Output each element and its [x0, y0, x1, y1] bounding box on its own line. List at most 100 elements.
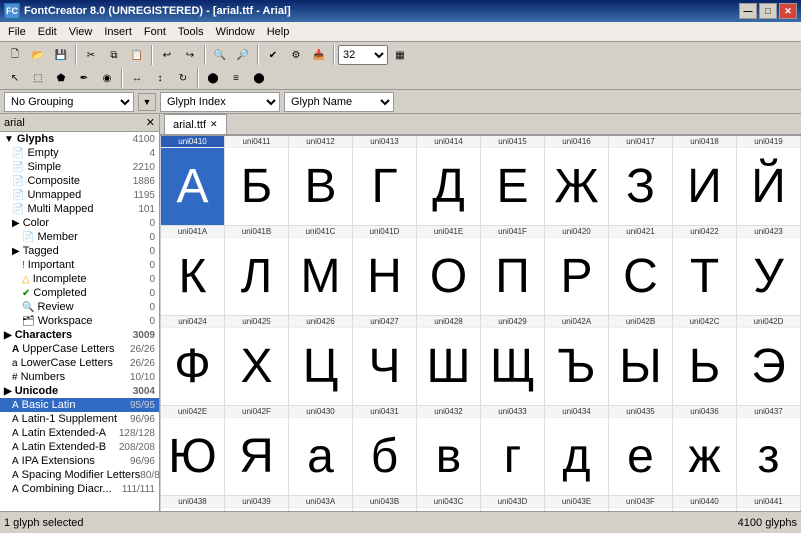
- sidebar-item-latin-ext-b[interactable]: A Latin Extended-B 208/208: [0, 440, 159, 454]
- sidebar-item-characters[interactable]: ▶ Characters 3009: [0, 328, 159, 342]
- glyph-cell[interactable]: uni0411Б: [225, 136, 289, 226]
- glyph-cell[interactable]: uni0426Ц: [289, 316, 353, 406]
- glyph-cell[interactable]: uni0432в: [417, 406, 481, 496]
- sidebar-item-spacing-modifier[interactable]: A Spacing Modifier Letters 80/80: [0, 468, 159, 482]
- glyph-cell[interactable]: uni0412В: [289, 136, 353, 226]
- glyph-cell[interactable]: uni0425Х: [225, 316, 289, 406]
- menu-file[interactable]: File: [2, 24, 32, 40]
- glyph-cell[interactable]: uni0418И: [673, 136, 737, 226]
- sidebar-item-completed[interactable]: ✔ Completed 0: [0, 286, 159, 300]
- undo-button[interactable]: ↩: [156, 44, 178, 66]
- sidebar-item-unmapped[interactable]: 📄 Unmapped 1195: [0, 188, 159, 202]
- glyph-cell[interactable]: uni042BЫ: [609, 316, 673, 406]
- close-button[interactable]: ✕: [779, 3, 797, 19]
- glyph-name-select[interactable]: Glyph Name Unicode Name: [284, 92, 394, 112]
- glyph-cell[interactable]: uni0440р: [673, 496, 737, 511]
- sidebar-item-simple[interactable]: 📄 Simple 2210: [0, 160, 159, 174]
- validate-button[interactable]: ✔: [262, 44, 284, 66]
- glyph-cell[interactable]: uni0420Р: [545, 226, 609, 316]
- generate-button[interactable]: ⚙: [285, 44, 307, 66]
- pen-tool[interactable]: ✒: [73, 67, 95, 89]
- glyph-cell[interactable]: uni043Bл: [353, 496, 417, 511]
- grouping-settings-button[interactable]: ▼: [138, 93, 156, 111]
- tab-arial[interactable]: arial.ttf ✕: [164, 114, 227, 134]
- glyph-cell[interactable]: uni0439й: [225, 496, 289, 511]
- sidebar-item-important[interactable]: ! Important 0: [0, 258, 159, 272]
- grouping-select[interactable]: No Grouping By Unicode Block By Script: [4, 92, 134, 112]
- sidebar-item-unicode[interactable]: ▶ Unicode 3004: [0, 384, 159, 398]
- sidebar-item-member[interactable]: 📄 Member 0: [0, 230, 159, 244]
- glyph-cell[interactable]: uni0427Ч: [353, 316, 417, 406]
- save-button[interactable]: 💾: [50, 44, 72, 66]
- new-button[interactable]: 🗋: [4, 44, 26, 66]
- zoom-select[interactable]: 321664: [338, 45, 388, 65]
- glyph-cell[interactable]: uni0424Ф: [161, 316, 225, 406]
- zoom-in-button[interactable]: 🔍: [209, 44, 231, 66]
- menu-font[interactable]: Font: [138, 24, 172, 40]
- glyph-cell[interactable]: uni0434д: [545, 406, 609, 496]
- sidebar-item-latin1[interactable]: A Latin-1 Supplement 96/96: [0, 412, 159, 426]
- node-tool[interactable]: ◉: [96, 67, 118, 89]
- align-right-button[interactable]: ⬤: [248, 67, 270, 89]
- glyph-index-select[interactable]: Glyph Index Unicode Value Glyph Name: [160, 92, 280, 112]
- sidebar-item-basic-latin[interactable]: A Basic Latin 95/95: [0, 398, 159, 412]
- glyph-cell[interactable]: uni0422Т: [673, 226, 737, 316]
- glyph-cell[interactable]: uni043Dн: [481, 496, 545, 511]
- flip-h-button[interactable]: ↔: [126, 67, 148, 89]
- glyph-cell[interactable]: uni0430а: [289, 406, 353, 496]
- glyph-cell[interactable]: uni043Aк: [289, 496, 353, 511]
- glyph-cell[interactable]: uni042CЬ: [673, 316, 737, 406]
- paste-button[interactable]: 📋: [126, 44, 148, 66]
- sidebar-item-composite[interactable]: 📄 Composite 1886: [0, 174, 159, 188]
- sidebar-item-uppercase[interactable]: A UpperCase Letters 26/26: [0, 342, 159, 356]
- open-button[interactable]: 📂: [27, 44, 49, 66]
- glyph-cell[interactable]: uni0423У: [737, 226, 801, 316]
- menu-window[interactable]: Window: [210, 24, 261, 40]
- glyph-cell[interactable]: uni041EО: [417, 226, 481, 316]
- glyph-cell[interactable]: uni042DЭ: [737, 316, 801, 406]
- align-left-button[interactable]: ⬤: [202, 67, 224, 89]
- glyph-cell[interactable]: uni0419Й: [737, 136, 801, 226]
- redo-button[interactable]: ↪: [179, 44, 201, 66]
- sidebar-item-combining[interactable]: A Combining Diacr... 111/111: [0, 482, 159, 496]
- glyph-cell[interactable]: uni042FЯ: [225, 406, 289, 496]
- menu-insert[interactable]: Insert: [98, 24, 138, 40]
- sidebar-item-ipa[interactable]: A IPA Extensions 96/96: [0, 454, 159, 468]
- glyph-cell[interactable]: uni043Eо: [545, 496, 609, 511]
- glyph-cell[interactable]: uni041CМ: [289, 226, 353, 316]
- glyph-cell[interactable]: uni0436ж: [673, 406, 737, 496]
- glyph-cell[interactable]: uni0431б: [353, 406, 417, 496]
- menu-help[interactable]: Help: [261, 24, 296, 40]
- glyph-cell[interactable]: uni0441с: [737, 496, 801, 511]
- copy-button[interactable]: ⧉: [103, 44, 125, 66]
- glyph-cell[interactable]: uni042EЮ: [161, 406, 225, 496]
- glyph-cell[interactable]: uni041AК: [161, 226, 225, 316]
- maximize-button[interactable]: □: [759, 3, 777, 19]
- sidebar-close-button[interactable]: ✕: [146, 116, 155, 129]
- install-button[interactable]: 📥: [308, 44, 330, 66]
- sidebar-item-lowercase[interactable]: a LowerCase Letters 26/26: [0, 356, 159, 370]
- glyph-cell[interactable]: uni0415Е: [481, 136, 545, 226]
- sidebar-item-incomplete[interactable]: △ Incomplete 0: [0, 272, 159, 286]
- glyph-cell[interactable]: uni0413Г: [353, 136, 417, 226]
- tab-close-button[interactable]: ✕: [210, 119, 218, 130]
- menu-view[interactable]: View: [63, 24, 99, 40]
- zoom-apply-button[interactable]: ▦: [389, 44, 411, 66]
- glyph-cell[interactable]: uni0429Щ: [481, 316, 545, 406]
- sidebar-item-latin-ext-a[interactable]: A Latin Extended-A 128/128: [0, 426, 159, 440]
- sidebar-item-workspace[interactable]: 🗂 Workspace 0: [0, 314, 159, 328]
- sidebar-item-multimapped[interactable]: 📄 Multi Mapped 101: [0, 202, 159, 216]
- glyph-cell[interactable]: uni0417З: [609, 136, 673, 226]
- menu-tools[interactable]: Tools: [172, 24, 210, 40]
- sidebar-item-empty[interactable]: 📄 Empty 4: [0, 146, 159, 160]
- glyph-cell[interactable]: uni0435е: [609, 406, 673, 496]
- select-tool[interactable]: ⬚: [27, 67, 49, 89]
- minimize-button[interactable]: —: [739, 3, 757, 19]
- align-center-button[interactable]: ≡: [225, 67, 247, 89]
- glyph-cell[interactable]: uni043Cм: [417, 496, 481, 511]
- sidebar-item-review[interactable]: 🔍 Review 0: [0, 300, 159, 314]
- glyph-cell[interactable]: uni0416Ж: [545, 136, 609, 226]
- zoom-out-button[interactable]: 🔎: [232, 44, 254, 66]
- glyph-cell[interactable]: uni041DН: [353, 226, 417, 316]
- glyph-cell[interactable]: uni041BЛ: [225, 226, 289, 316]
